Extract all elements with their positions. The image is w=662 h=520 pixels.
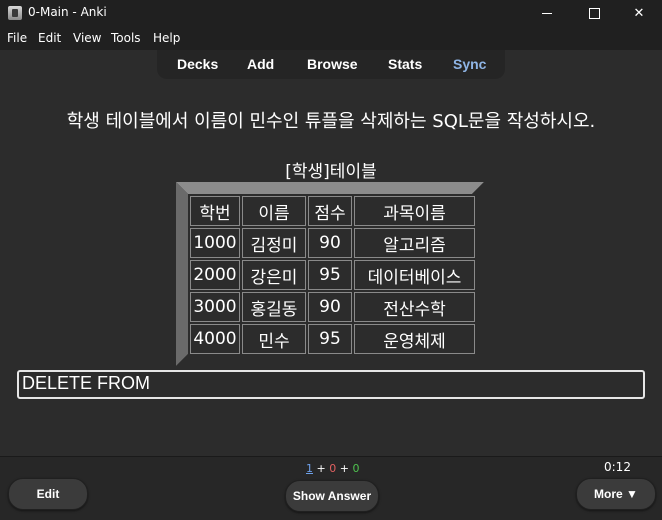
cell-student-id: 2000 bbox=[190, 260, 240, 290]
toolbar-browse[interactable]: Browse bbox=[307, 56, 358, 72]
table-caption: [학생]테이블 bbox=[285, 162, 377, 182]
menu-view[interactable]: View bbox=[73, 31, 101, 45]
cell-subject: 운영체제 bbox=[354, 324, 475, 354]
student-table: 학번 이름 점수 과목이름 1000 김정미 90 알고리즘 2000 강은미 … bbox=[188, 194, 477, 356]
menu-help[interactable]: Help bbox=[153, 31, 180, 45]
header-student-id: 학번 bbox=[190, 196, 240, 226]
cell-score: 90 bbox=[308, 228, 352, 258]
toolbar-decks[interactable]: Decks bbox=[177, 56, 218, 72]
menu-file[interactable]: File bbox=[7, 31, 27, 45]
cell-score: 90 bbox=[308, 292, 352, 322]
minimize-icon bbox=[542, 12, 552, 14]
table-row: 4000 민수 95 운영체제 bbox=[190, 324, 475, 354]
menu-bar: File Edit View Tools Help bbox=[0, 26, 662, 50]
toolbar-add[interactable]: Add bbox=[247, 56, 274, 72]
header-score: 점수 bbox=[308, 196, 352, 226]
edit-button[interactable]: Edit bbox=[8, 478, 88, 510]
table-row: 3000 홍길동 90 전산수학 bbox=[190, 292, 475, 322]
review-count: 0 bbox=[352, 462, 360, 475]
cell-name: 민수 bbox=[242, 324, 306, 354]
anki-app-icon bbox=[8, 6, 22, 20]
toolbar-sync[interactable]: Sync bbox=[453, 56, 486, 72]
cell-subject: 데이터베이스 bbox=[354, 260, 475, 290]
table-row: 1000 김정미 90 알고리즘 bbox=[190, 228, 475, 258]
table-row: 2000 강은미 95 데이터베이스 bbox=[190, 260, 475, 290]
cell-student-id: 3000 bbox=[190, 292, 240, 322]
count-separator: + bbox=[336, 462, 353, 475]
new-count: 1 bbox=[306, 462, 313, 475]
menu-tools[interactable]: Tools bbox=[111, 31, 141, 45]
due-counts: 1 + 0 + 0 bbox=[306, 462, 359, 475]
minimize-button[interactable] bbox=[524, 0, 570, 26]
menu-edit[interactable]: Edit bbox=[38, 31, 61, 45]
answer-timer: 0:12 bbox=[604, 460, 631, 474]
answer-input-text: DELETE FROM bbox=[22, 373, 151, 393]
cell-student-id: 4000 bbox=[190, 324, 240, 354]
answer-input[interactable]: DELETE FROM bbox=[17, 370, 645, 399]
maximize-icon bbox=[588, 7, 600, 19]
close-button[interactable]: ✕ bbox=[616, 0, 662, 26]
card-question: 학생 테이블에서 이름이 민수인 튜플을 삭제하는 SQL문을 작성하시오. bbox=[66, 111, 596, 132]
close-icon: ✕ bbox=[633, 5, 645, 21]
header-subject: 과목이름 bbox=[354, 196, 475, 226]
cell-name: 강은미 bbox=[242, 260, 306, 290]
cell-student-id: 1000 bbox=[190, 228, 240, 258]
cell-subject: 알고리즘 bbox=[354, 228, 475, 258]
cell-name: 홍길동 bbox=[242, 292, 306, 322]
show-answer-button[interactable]: Show Answer bbox=[285, 480, 379, 512]
count-separator: + bbox=[313, 462, 330, 475]
toolbar-stats[interactable]: Stats bbox=[388, 56, 422, 72]
title-bar: 0-Main - Anki ✕ bbox=[0, 0, 662, 26]
cell-name: 김정미 bbox=[242, 228, 306, 258]
more-button[interactable]: More ▼ bbox=[576, 478, 656, 510]
cell-subject: 전산수학 bbox=[354, 292, 475, 322]
table-header-row: 학번 이름 점수 과목이름 bbox=[190, 196, 475, 226]
cell-score: 95 bbox=[308, 324, 352, 354]
cell-score: 95 bbox=[308, 260, 352, 290]
header-name: 이름 bbox=[242, 196, 306, 226]
main-toolbar: Decks Add Browse Stats Sync bbox=[157, 50, 505, 79]
maximize-button[interactable] bbox=[571, 0, 617, 26]
window-title: 0-Main - Anki bbox=[28, 5, 107, 19]
